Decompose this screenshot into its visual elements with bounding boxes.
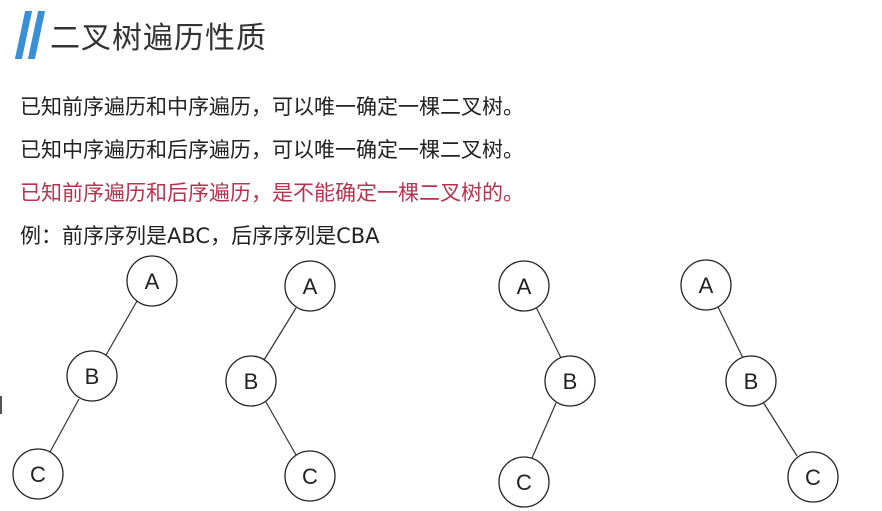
tree-diagrams: A B C A B C A B C A B C bbox=[12, 255, 839, 508]
svg-text:A: A bbox=[145, 269, 160, 294]
left-edge-marker bbox=[0, 396, 2, 414]
svg-text:A: A bbox=[517, 274, 532, 299]
tree-1: A B C bbox=[12, 255, 178, 500]
tree-2-node-c: C bbox=[284, 450, 336, 502]
svg-text:C: C bbox=[516, 470, 532, 495]
svg-text:B: B bbox=[744, 369, 759, 394]
tree-2-edge-a-b bbox=[263, 307, 297, 361]
tree-1-node-a: A bbox=[126, 255, 178, 307]
tree-3-edge-a-b bbox=[535, 306, 562, 359]
svg-text:C: C bbox=[302, 464, 318, 489]
tree-2-node-a: A bbox=[284, 260, 336, 312]
tree-3-edge-b-c bbox=[531, 402, 557, 459]
svg-text:A: A bbox=[699, 273, 714, 298]
tree-3-node-c: C bbox=[498, 456, 550, 508]
tree-4-node-a: A bbox=[680, 259, 732, 311]
svg-text:B: B bbox=[563, 369, 578, 394]
tree-3: A B C bbox=[498, 260, 596, 508]
tree-2-edge-b-c bbox=[265, 401, 297, 456]
tree-4-node-c: C bbox=[787, 451, 839, 503]
tree-1-edge-a-b bbox=[105, 300, 138, 356]
tree-3-node-b: B bbox=[544, 355, 596, 407]
svg-text:B: B bbox=[85, 364, 100, 389]
tree-4-edge-b-c bbox=[762, 401, 798, 457]
tree-2: A B C bbox=[225, 260, 336, 502]
tree-1-node-c: C bbox=[12, 448, 64, 500]
tree-1-edge-b-c bbox=[49, 398, 80, 453]
svg-text:C: C bbox=[30, 462, 46, 487]
tree-2-node-b: B bbox=[225, 355, 277, 407]
tree-4-edge-a-b bbox=[717, 306, 744, 359]
tree-4-node-b: B bbox=[725, 355, 777, 407]
svg-text:B: B bbox=[244, 369, 259, 394]
slide: 二叉树遍历性质 已知前序遍历和中序遍历，可以唯一确定一棵二叉树。 已知中序遍历和… bbox=[0, 0, 882, 511]
tree-4: A B C bbox=[680, 259, 839, 503]
svg-text:C: C bbox=[805, 465, 821, 490]
svg-text:A: A bbox=[303, 274, 318, 299]
tree-1-node-b: B bbox=[66, 350, 118, 402]
tree-3-node-a: A bbox=[498, 260, 550, 312]
